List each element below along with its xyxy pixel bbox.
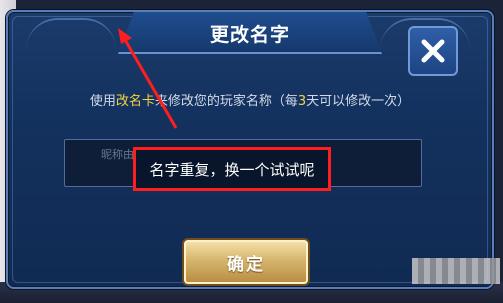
watermark-mosaic <box>412 258 500 284</box>
